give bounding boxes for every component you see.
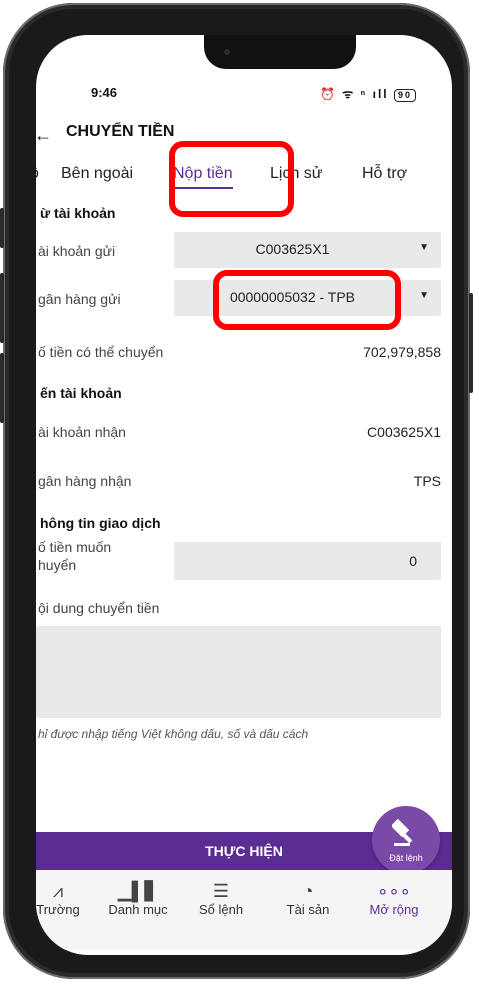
tab-internal[interactable]: ộ	[36, 165, 39, 183]
content-label: ội dung chuyển tiền	[38, 600, 160, 616]
content-textarea[interactable]	[36, 626, 441, 718]
nav-label: Tài sản	[286, 902, 330, 917]
nav-assets[interactable]: ◔ Tài sản	[268, 880, 348, 917]
list-icon: ☰	[212, 881, 230, 901]
to-bank-label: gân hàng nhận	[38, 473, 132, 489]
nav-portfolio[interactable]: ▁▌▋ Danh mục	[98, 880, 178, 917]
from-account-value: C003625X1	[255, 241, 330, 257]
bar-chart-icon: ▁▌▋	[117, 881, 159, 901]
nav-orders[interactable]: ☰ Sổ lệnh	[181, 880, 261, 917]
tab-support[interactable]: Hỗ trợ	[362, 165, 407, 183]
status-time: 9:46	[91, 85, 118, 100]
highlight-bank-select	[213, 270, 401, 330]
to-account-value: C003625X1	[367, 424, 441, 440]
battery-icon: 90	[393, 89, 416, 102]
nav-label: Danh mục	[108, 902, 168, 917]
from-account-select[interactable]: C003625X1 ▼	[174, 232, 441, 268]
dropdown-caret-icon: ▼	[419, 242, 429, 253]
dropdown-caret-icon: ▼	[419, 290, 429, 301]
more-icon: ∘∘∘	[377, 881, 411, 901]
pie-icon: ◔	[302, 881, 314, 901]
page-title: CHUYỂN TIỀN	[66, 123, 175, 140]
phone-screen: 9:46 ⏰ ᯤ ⁿ ıll 90 ← CHUYỂN TIỀN ộ Bên ng…	[36, 35, 452, 955]
tab-external[interactable]: Bên ngoài	[61, 165, 133, 183]
to-account-label: ài khoản nhận	[38, 424, 126, 440]
nav-label: Trường	[36, 902, 80, 917]
phone-frame: 9:46 ⏰ ᯤ ⁿ ıll 90 ← CHUYỂN TIỀN ộ Bên ng…	[0, 3, 473, 979]
power-button	[469, 293, 473, 393]
front-camera	[224, 49, 230, 55]
status-indicators-icon: ⏰ ᯤ ⁿ ıll	[319, 87, 389, 101]
available-amount-value: 702,979,858	[363, 344, 441, 360]
to-account-heading: ến tài khoản	[40, 385, 122, 401]
nav-market[interactable]: ⩘ Trường	[36, 880, 98, 917]
to-bank-value: TPS	[413, 473, 441, 489]
available-amount-label: ố tiền có thể chuyển	[38, 344, 164, 360]
nav-label: Sổ lệnh	[198, 902, 244, 917]
silent-switch	[0, 208, 4, 248]
status-icons: ⏰ ᯤ ⁿ ıll 90	[320, 85, 416, 102]
fab-label: Đặt lệnh	[389, 853, 423, 863]
from-bank-label: gân hàng gửi	[38, 291, 121, 307]
highlight-deposit-tab	[169, 141, 294, 217]
volume-down-button	[0, 353, 4, 423]
amount-label-line1: ố tiền muốn	[38, 539, 112, 555]
back-arrow-icon[interactable]: ←	[36, 125, 52, 146]
bottom-nav: ⩘ Trường ▁▌▋ Danh mục ☰ Sổ lệnh ◔ Tài sả…	[36, 870, 452, 950]
transaction-heading: hông tin giao dịch	[40, 515, 161, 531]
gavel-icon	[392, 819, 413, 846]
from-account-heading: ừ tài khoản	[40, 205, 116, 221]
status-bar: 9:46 ⏰ ᯤ ⁿ ıll 90	[91, 85, 416, 105]
amount-input[interactable]: 0	[174, 542, 441, 580]
place-order-fab[interactable]: Đặt lệnh	[372, 806, 440, 874]
nav-more[interactable]: ∘∘∘ Mở rộng	[354, 880, 434, 917]
volume-up-button	[0, 273, 4, 343]
amount-input-value: 0	[409, 553, 417, 569]
content-hint: hỉ được nhập tiếng Việt không dấu, số và…	[38, 727, 309, 741]
from-account-label: ài khoản gửi	[38, 243, 116, 259]
market-pulse-icon: ⩘	[52, 881, 64, 901]
amount-label-line2: huyển	[38, 557, 77, 573]
nav-label: Mở rộng	[369, 902, 419, 917]
